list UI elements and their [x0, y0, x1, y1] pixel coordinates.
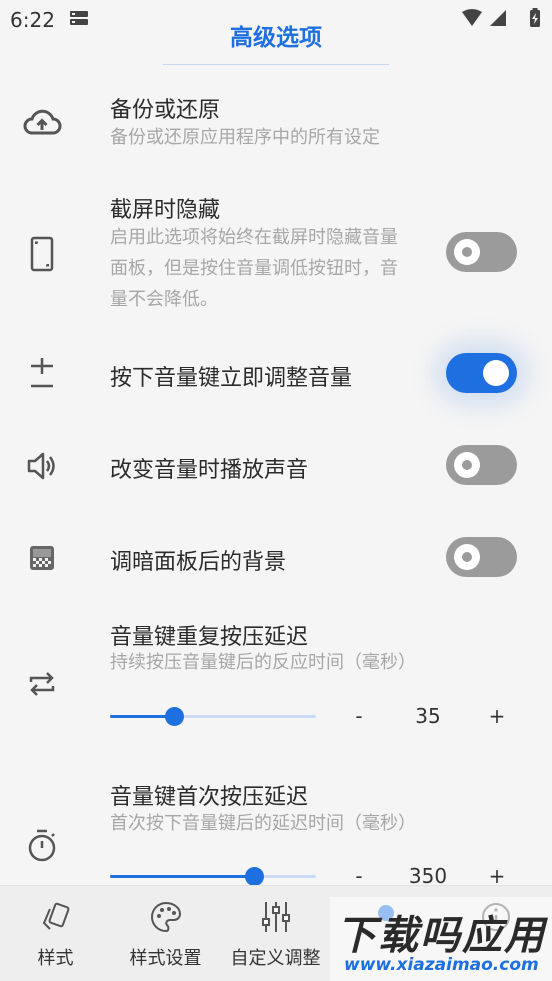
slider-fill	[110, 875, 255, 878]
phone-outline-icon	[22, 234, 62, 274]
nav-label: 样式	[37, 948, 74, 969]
setting-subtitle: 备份或还原应用程序中的所有设定	[110, 127, 380, 148]
sliders-icon	[261, 902, 290, 932]
cloud-upload-icon	[22, 102, 62, 142]
toggle-knob	[454, 452, 480, 478]
nav-styles[interactable]: 样式	[3, 886, 108, 981]
repeat-delay-increase-button[interactable]: +	[485, 704, 509, 728]
toggle-knob	[454, 544, 480, 570]
repeat-icon	[22, 664, 62, 704]
nav-label: 样式设置	[129, 948, 202, 969]
repeat-delay-decrease-button[interactable]: -	[347, 704, 371, 728]
setting-title: 截屏时隐藏	[110, 198, 221, 223]
hide-on-screenshot-toggle[interactable]	[446, 232, 517, 272]
setting-title: 调暗面板后的背景	[110, 550, 287, 575]
page-title: 高级选项	[230, 25, 322, 51]
timer-icon	[22, 826, 62, 866]
setting-title: 音量键首次按压延迟	[110, 785, 309, 810]
repeat-delay-value: 35	[415, 704, 441, 728]
nav-custom-adjust[interactable]: 自定义调整	[223, 886, 328, 981]
watermark-logo: 下载吗应用 www.xiazaimao.com	[330, 897, 552, 981]
toggle-knob	[454, 239, 480, 265]
palette-icon	[150, 901, 181, 933]
title-divider	[163, 64, 389, 65]
play-sound-toggle[interactable]	[446, 445, 517, 485]
repeat-delay-slider[interactable]	[110, 706, 316, 726]
dim-background-toggle[interactable]	[446, 537, 517, 577]
setting-subtitle: 启用此选项将始终在截屏时隐藏音量面板，但是按住音量调低按钮时，音量不会降低。	[110, 227, 398, 310]
first-press-delay-slider[interactable]	[110, 866, 316, 886]
nav-label: 自定义调整	[230, 948, 321, 969]
cards-icon	[42, 902, 69, 930]
slider-thumb[interactable]	[245, 867, 265, 886]
instant-volume-toggle[interactable]	[446, 353, 517, 393]
setting-title: 备份或还原	[110, 98, 221, 123]
setting-title: 改变音量时播放声音	[110, 458, 309, 483]
toggle-knob	[483, 360, 509, 386]
setting-title: 按下音量键立即调整音量	[110, 366, 353, 391]
checkerboard-icon	[22, 538, 62, 578]
setting-subtitle: 首次按下音量键后的延迟时间（毫秒）	[110, 813, 416, 834]
watermark-text: 下载吗应用	[336, 913, 546, 959]
nav-style-settings[interactable]: 样式设置	[113, 886, 218, 981]
speaker-icon	[22, 446, 62, 486]
setting-subtitle: 持续按压音量键后的反应时间（毫秒）	[110, 652, 416, 673]
plus-minus-icon	[22, 354, 62, 394]
slider-thumb[interactable]	[164, 707, 184, 726]
watermark-url: www.xiazaimao.com	[344, 955, 539, 975]
